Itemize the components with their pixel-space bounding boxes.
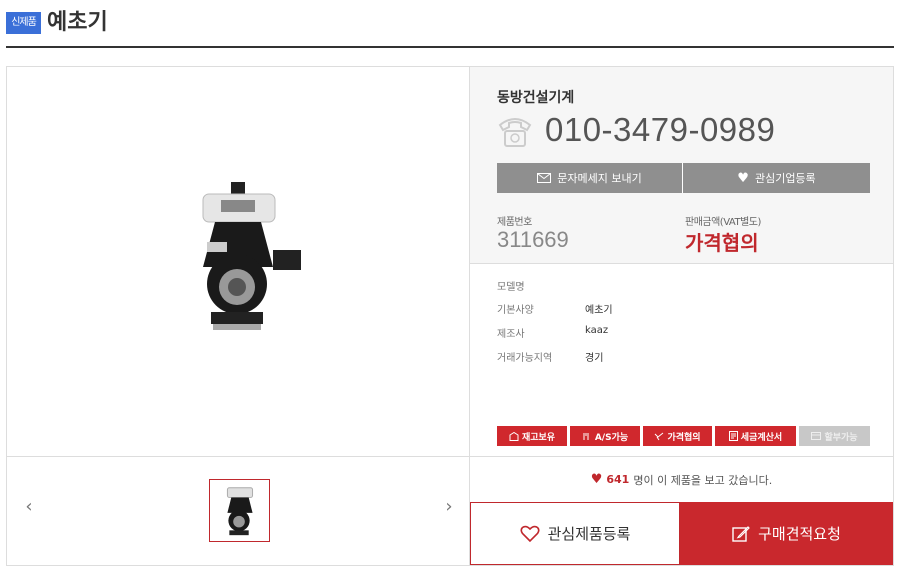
request-quote-button[interactable]: 구매견적요청 bbox=[680, 502, 893, 565]
view-count-number: 641 bbox=[606, 473, 630, 486]
tag-installment: 할부가능 bbox=[799, 426, 870, 446]
favorite-company-label: 관심기업등록 bbox=[754, 172, 816, 185]
price: 가격협의 bbox=[685, 231, 759, 255]
spec-value: kaaz bbox=[585, 325, 609, 336]
new-product-badge: 신제품 bbox=[6, 12, 41, 34]
wrench-icon bbox=[583, 432, 589, 440]
spec-value: 경기 bbox=[585, 353, 604, 364]
tag-tax-invoice: 세금계산서 bbox=[715, 426, 796, 446]
request-quote-label: 구매견적요청 bbox=[758, 525, 841, 543]
seller-button-row: 문자메세지 보내기 ♥ 관심기업등록 bbox=[497, 163, 870, 193]
heart-icon: ♥ bbox=[590, 472, 603, 487]
product-number-label: 제품번호 bbox=[497, 217, 532, 228]
view-count-text: 명이 이 제품을 보고 갔습니다. bbox=[633, 473, 773, 487]
view-count: ♥ 641 명이 이 제품을 보고 갔습니다. bbox=[470, 456, 893, 502]
phone-number[interactable]: 010-3479-0989 bbox=[545, 111, 775, 149]
spec-key: 모델명 bbox=[497, 282, 525, 293]
product-number: 311669 bbox=[497, 227, 569, 252]
favorite-company-button[interactable]: ♥ 관심기업등록 bbox=[683, 163, 870, 193]
tag-label: 재고보유 bbox=[521, 432, 556, 443]
tag-label: 세금계산서 bbox=[740, 432, 783, 443]
spec-value: 예초기 bbox=[585, 305, 613, 316]
next-arrow-icon[interactable]: › bbox=[439, 497, 459, 517]
send-message-button[interactable]: 문자메세지 보내기 bbox=[497, 163, 683, 193]
tag-as-available: A/S가능 bbox=[570, 426, 640, 446]
company-name: 동방건설기계 bbox=[497, 90, 575, 106]
telephone-icon bbox=[498, 118, 532, 147]
handshake-icon bbox=[655, 432, 664, 440]
thumbnail-strip: ‹ › bbox=[7, 456, 470, 565]
seller-info: 동방건설기계 010-3479-0989 문자메세지 보내기 ♥ 관심기업등록 … bbox=[470, 67, 893, 264]
spec-key: 거래가능지역 bbox=[497, 353, 553, 364]
spec-key: 제조사 bbox=[497, 329, 525, 340]
tag-price-negotiable: 가격협의 bbox=[643, 426, 712, 446]
action-buttons: 관심제품등록 구매견적요청 bbox=[470, 502, 893, 565]
card-icon bbox=[811, 432, 822, 440]
wish-product-label: 관심제품등록 bbox=[547, 525, 631, 543]
product-panel: ‹ › 동방건설기계 010-3479-0989 문자메세지 보내기 ♥ 관심기… bbox=[6, 66, 894, 566]
feature-tags: 재고보유 A/S가능 가격협의 세금계산서 할부가능 bbox=[497, 426, 870, 446]
tag-label: 가격협의 bbox=[667, 432, 701, 443]
wish-product-button[interactable]: 관심제품등록 bbox=[470, 502, 680, 565]
tag-in-stock: 재고보유 bbox=[497, 426, 567, 446]
heart-outline-icon bbox=[520, 525, 540, 542]
product-image[interactable] bbox=[155, 172, 321, 347]
spec-key: 기본사양 bbox=[497, 305, 534, 316]
page-title: 예초기 bbox=[47, 10, 108, 35]
price-label: 판매금액(VAT별도) bbox=[685, 217, 761, 228]
thumbnail-1[interactable] bbox=[209, 479, 270, 542]
envelope-icon bbox=[537, 173, 552, 183]
main-photo-area bbox=[7, 67, 470, 456]
title-bar: 신제품 예초기 bbox=[6, 8, 894, 48]
prev-arrow-icon[interactable]: ‹ bbox=[19, 497, 39, 517]
spec-table: 모델명 기본사양 예초기 제조사 kaaz 거래가능지역 경기 재고보유 A/S… bbox=[470, 264, 893, 456]
send-message-label: 문자메세지 보내기 bbox=[557, 172, 642, 185]
receipt-icon bbox=[728, 431, 738, 441]
tag-label: 할부가능 bbox=[824, 432, 858, 443]
store-icon bbox=[509, 431, 519, 441]
edit-icon bbox=[732, 525, 750, 542]
heart-icon: ♥ bbox=[737, 170, 749, 186]
tag-label: A/S가능 bbox=[594, 432, 629, 443]
